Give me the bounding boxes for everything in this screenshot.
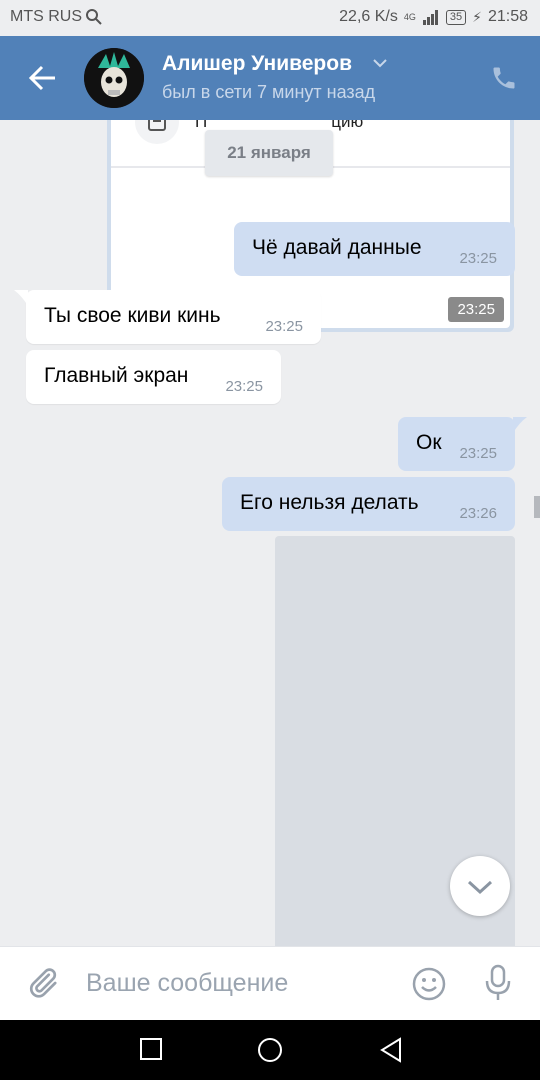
chat-messages-area[interactable]: Пцию 23:25 21 января Чё давай данные 23:… bbox=[0, 120, 540, 946]
carrier-label: MTS RUS bbox=[10, 8, 82, 25]
microphone-icon[interactable] bbox=[482, 963, 514, 1003]
message-time: 23:26 bbox=[459, 505, 497, 522]
date-badge: 21 января bbox=[205, 130, 333, 176]
message-composer: Ваше сообщение bbox=[0, 946, 540, 1021]
network-type: 4G bbox=[403, 12, 416, 22]
chevron-down-icon bbox=[467, 880, 493, 895]
scroll-to-bottom-button[interactable] bbox=[450, 856, 510, 916]
skull-avatar-image bbox=[84, 48, 144, 108]
recent-apps-icon[interactable] bbox=[138, 1036, 164, 1062]
contact-name[interactable]: Алишер Универов bbox=[162, 52, 352, 76]
message-text: Его нельзя делать bbox=[240, 491, 419, 514]
scrollbar-thumb[interactable] bbox=[534, 496, 540, 518]
system-navigation-bar bbox=[0, 1020, 540, 1080]
arrow-left-icon[interactable] bbox=[28, 64, 58, 92]
message-time: 23:25 bbox=[459, 250, 497, 267]
paperclip-icon[interactable] bbox=[24, 965, 60, 1001]
message-bubble-outgoing[interactable]: Чё давай данные 23:25 bbox=[234, 222, 515, 276]
message-bubble-outgoing[interactable]: Его нельзя делать 23:26 bbox=[222, 477, 515, 531]
message-time: 23:25 bbox=[448, 297, 504, 322]
smile-icon[interactable] bbox=[410, 965, 448, 1003]
back-nav-icon[interactable] bbox=[378, 1036, 404, 1064]
chat-header: Алишер Универов был в сети 7 минут назад bbox=[0, 36, 540, 120]
home-icon[interactable] bbox=[256, 1036, 284, 1064]
message-bubble-outgoing[interactable]: Ок 23:25 bbox=[398, 417, 527, 471]
card-title-start: П bbox=[195, 120, 208, 131]
status-bar: MTS RUS 22,6 K/s 4G 35 ⚡ 21:58 bbox=[0, 0, 540, 36]
battery-indicator: 35 bbox=[445, 9, 467, 25]
clock: 21:58 bbox=[487, 8, 528, 25]
card-title-end: цию bbox=[331, 120, 364, 131]
bubble-tail bbox=[513, 417, 527, 433]
message-time: 23:25 bbox=[265, 318, 303, 335]
message-time: 23:25 bbox=[225, 378, 263, 395]
bubble-tail bbox=[14, 290, 28, 306]
signal-icon bbox=[422, 10, 438, 25]
search-icon bbox=[86, 9, 102, 25]
message-input[interactable]: Ваше сообщение bbox=[86, 969, 288, 998]
message-text: Главный экран bbox=[44, 364, 189, 387]
last-seen-status: был в сети 7 минут назад bbox=[162, 82, 376, 102]
avatar[interactable] bbox=[84, 48, 144, 108]
message-text: Чё давай данные bbox=[252, 236, 422, 259]
receipt-icon bbox=[135, 120, 179, 144]
phone-icon[interactable] bbox=[490, 64, 518, 92]
network-speed: 22,6 K/s bbox=[339, 8, 398, 25]
message-text: Ты свое киви кинь bbox=[44, 304, 221, 327]
message-bubble-incoming[interactable]: Ты свое киви кинь 23:25 bbox=[14, 290, 321, 344]
chevron-down-icon[interactable] bbox=[372, 58, 388, 68]
message-text: Ок bbox=[416, 431, 442, 454]
message-time: 23:25 bbox=[459, 445, 497, 462]
message-bubble-incoming[interactable]: Главный экран 23:25 bbox=[26, 350, 281, 404]
charging-icon: ⚡ bbox=[472, 8, 482, 25]
